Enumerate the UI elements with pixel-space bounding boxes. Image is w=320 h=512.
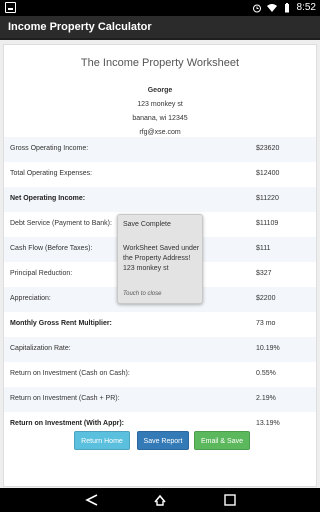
notification-icon (5, 2, 16, 13)
row-value: 73 mo (256, 320, 276, 327)
owner-name: George (147, 87, 173, 94)
row-value: $23620 (256, 145, 280, 152)
app-title: Income Property Calculator (8, 21, 152, 33)
row-total-operating-expenses: Total Operating Expenses: $12400 (4, 162, 316, 187)
row-label: Gross Operating Income: (10, 145, 89, 152)
toast-close-hint[interactable]: Touch to close (123, 291, 161, 297)
worksheet-heading: The Income Property Worksheet (80, 57, 240, 69)
row-label: Principal Reduction: (10, 270, 73, 277)
row-value: $12400 (256, 170, 280, 177)
row-value: 2.19% (256, 395, 276, 402)
row-roi-cash-on-cash: Return on Investment (Cash on Cash): 0.5… (4, 362, 316, 387)
save-report-button[interactable]: Save Report (137, 431, 189, 450)
alarm-icon (252, 4, 261, 12)
row-label: Cash Flow (Before Taxes): (10, 245, 93, 252)
return-home-button[interactable]: Return Home (74, 431, 130, 450)
wifi-icon (266, 3, 277, 12)
home-icon[interactable] (152, 493, 168, 507)
row-label: Monthly Gross Rent Multiplier: (10, 320, 112, 327)
save-complete-toast[interactable]: Save Complete WorkSheet Saved under the … (117, 214, 203, 304)
row-roi-cash-pr: Return on Investment (Cash + PR): 2.19% (4, 387, 316, 412)
navigation-bar (0, 488, 320, 512)
row-value: 10.19% (256, 345, 280, 352)
row-value: $2200 (256, 295, 276, 302)
row-value: $11220 (256, 195, 279, 202)
row-value: $327 (256, 270, 272, 277)
row-label: Total Operating Expenses: (10, 170, 93, 177)
battery-icon (284, 2, 289, 12)
action-buttons: Return Home Save Report Email & Save (4, 431, 316, 451)
owner-info: George 123 monkey st banana, wi 12345 rf… (4, 84, 316, 140)
row-value: $111 (256, 245, 271, 252)
row-net-operating-income: Net Operating Income: $11220 (4, 187, 316, 212)
row-label: Capitalization Rate: (10, 345, 71, 352)
row-label: Net Operating Income: (10, 195, 86, 202)
recent-apps-icon[interactable] (222, 493, 238, 507)
row-label: Debt Service (Payment to Bank): (10, 220, 112, 227)
row-value: 0.55% (256, 370, 276, 377)
owner-city: banana, wi 12345 (132, 115, 188, 122)
back-icon[interactable] (84, 493, 100, 507)
owner-street: 123 monkey st (137, 101, 183, 108)
row-label: Appreciation: (10, 295, 51, 302)
row-label: Return on Investment (With Appr): (10, 420, 125, 427)
row-capitalization-rate: Capitalization Rate: 10.19% (4, 337, 316, 362)
row-value: $11109 (256, 220, 279, 227)
row-gross-operating-income: Gross Operating Income: $23620 (4, 137, 316, 162)
status-bar: 8:52 (0, 0, 320, 16)
action-bar: Income Property Calculator (0, 16, 320, 40)
email-save-button[interactable]: Email & Save (194, 431, 250, 450)
row-value: 13.19% (256, 420, 280, 427)
row-label: Return on Investment (Cash + PR): (10, 395, 120, 402)
toast-title: Save Complete (123, 221, 171, 228)
row-gross-rent-multiplier: Monthly Gross Rent Multiplier: 73 mo (4, 312, 316, 337)
content-area[interactable]: The Income Property Worksheet George 123… (0, 40, 320, 488)
toast-message: WorkSheet Saved under the Property Addre… (123, 245, 200, 272)
row-label: Return on Investment (Cash on Cash): (10, 370, 130, 377)
clock: 8:52 (296, 2, 316, 13)
status-icons: 8:52 (252, 2, 316, 13)
